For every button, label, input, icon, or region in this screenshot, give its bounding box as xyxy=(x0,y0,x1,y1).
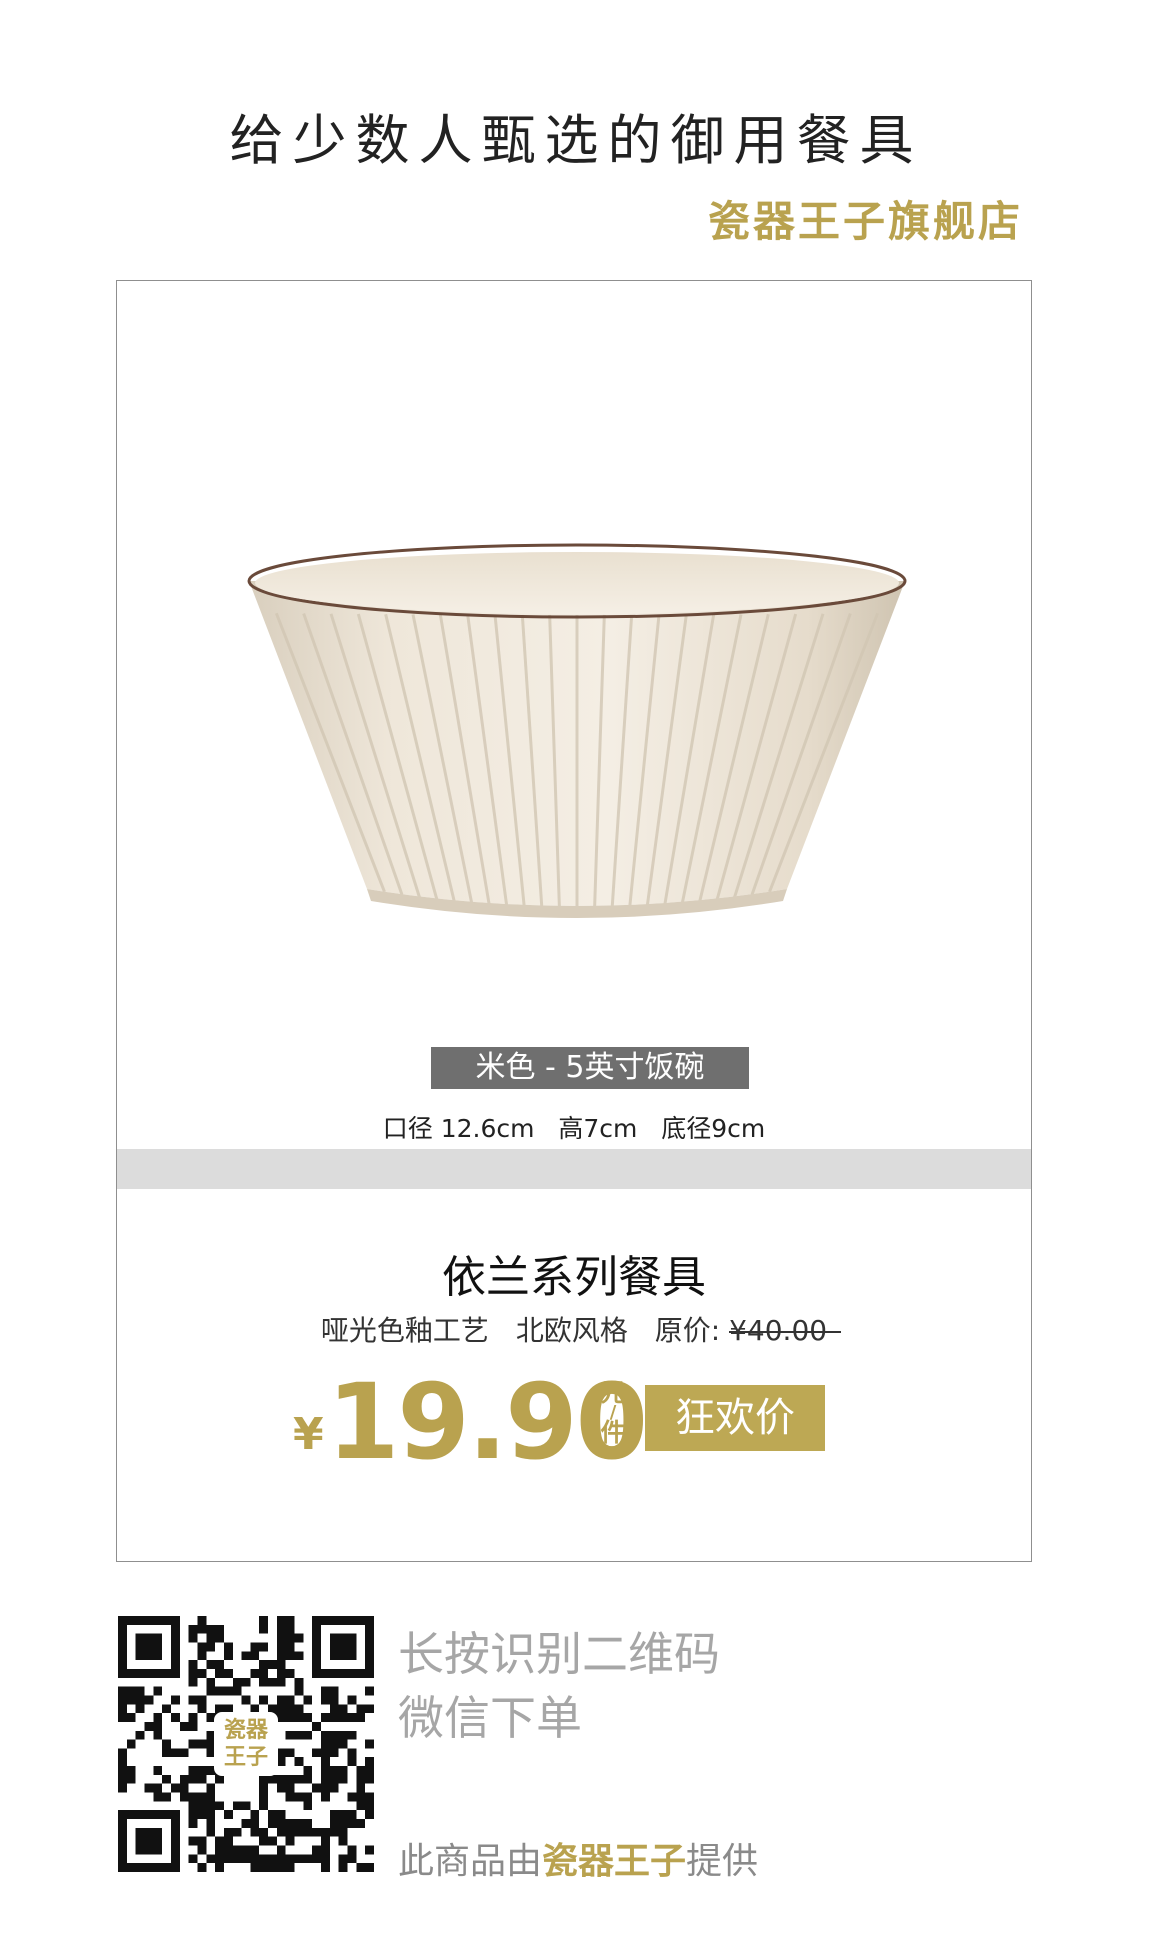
product-meta: 哑光色釉工艺 北欧风格 原价: ¥40.00 xyxy=(117,1309,1031,1349)
qr-instruction: 长按识别二维码 xyxy=(398,1627,720,1681)
original-price: ¥40.00 xyxy=(729,1314,828,1347)
price-unit: 元 / 件 xyxy=(595,1379,631,1447)
sale-badge: 狂欢价 xyxy=(645,1385,825,1451)
product-card[interactable]: 米色 - 5英寸饭碗 口径 12.6cm 高7cm 底径9cm 依兰系列餐具 哑… xyxy=(116,280,1032,1562)
provider-text: 此商品由瓷器王子提供 xyxy=(398,1832,758,1884)
style-text: 北欧风格 xyxy=(515,1314,628,1347)
currency-symbol: ¥ xyxy=(293,1409,324,1460)
slogan-title: 给少数人甄选的御用餐具 xyxy=(229,109,923,172)
product-bowl-image xyxy=(247,543,907,918)
provider-prefix: 此商品由 xyxy=(398,1841,543,1882)
provider-suffix: 提供 xyxy=(686,1841,759,1882)
divider-band xyxy=(117,1149,1031,1189)
qr-center-logo: 瓷器 王子 xyxy=(214,1712,278,1776)
store-brand: 瓷器王子旗舰店 xyxy=(708,197,1024,246)
unit-jian: 件 xyxy=(600,1418,626,1447)
price-row: ¥ 19.90 元 / 件 狂欢价 xyxy=(117,1361,1031,1483)
craft-text: 哑光色釉工艺 xyxy=(320,1314,489,1347)
dimensions-text: 口径 12.6cm 高7cm 底径9cm xyxy=(382,1114,766,1143)
qr-logo-line2: 王子 xyxy=(223,1744,268,1770)
original-price-label: 原价: xyxy=(654,1314,721,1347)
provider-shop: 瓷器王子 xyxy=(542,1840,687,1882)
qr-logo-line1: 瓷器 xyxy=(223,1717,268,1743)
qr-order-hint: 微信下单 xyxy=(398,1691,582,1745)
variant-label: 米色 - 5英寸饭碗 xyxy=(431,1047,749,1089)
series-title: 依兰系列餐具 xyxy=(442,1252,706,1303)
bowl-inner xyxy=(255,552,899,614)
